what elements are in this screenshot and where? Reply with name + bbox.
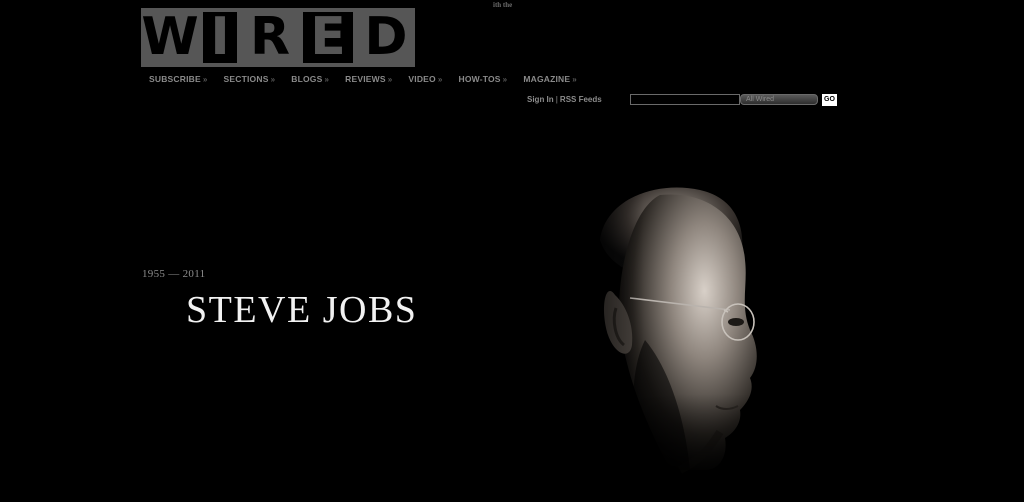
nav-label: BLOGS (291, 74, 323, 84)
utility-separator: | (555, 95, 558, 104)
logo-letter-i: I (199, 8, 241, 67)
nav-label: MAGAZINE (523, 74, 571, 84)
header-tagline: ith the (493, 1, 513, 9)
tribute-dates: 1955 — 2011 (142, 268, 206, 280)
nav-sections[interactable]: SECTIONS» (224, 73, 276, 86)
main-nav: SUBSCRIBE» SECTIONS» BLOGS» REVIEWS» VID… (149, 73, 593, 86)
double-chevron-right-icon: » (324, 75, 330, 84)
search-input[interactable] (630, 94, 740, 105)
search-go-button[interactable]: GO (822, 94, 837, 106)
double-chevron-right-icon: » (387, 75, 393, 84)
search-scope-select[interactable]: All Wired (740, 94, 818, 105)
nav-label: VIDEO (408, 74, 436, 84)
logo-letter-w: W (141, 7, 199, 67)
nav-how-tos[interactable]: HOW-TOS» (459, 73, 508, 86)
double-chevron-right-icon: » (572, 75, 577, 84)
nav-blogs[interactable]: BLOGS» (291, 73, 329, 86)
rss-feeds-link[interactable]: RSS Feeds (560, 95, 602, 104)
wired-logo[interactable]: W I R E D (141, 8, 415, 67)
nav-label: HOW-TOS (458, 74, 501, 84)
sign-in-link[interactable]: Sign In (527, 95, 554, 104)
double-chevron-right-icon: » (270, 75, 276, 84)
nav-magazine[interactable]: MAGAZINE» (523, 73, 577, 86)
double-chevron-right-icon: » (437, 75, 443, 84)
portrait-image (560, 170, 800, 490)
double-chevron-right-icon: » (502, 75, 508, 84)
logo-letter-e: E (299, 8, 357, 67)
nav-video[interactable]: VIDEO» (408, 73, 442, 86)
nav-subscribe[interactable]: SUBSCRIBE» (149, 73, 208, 86)
nav-label: SUBSCRIBE (149, 74, 201, 84)
nav-label: REVIEWS (345, 74, 386, 84)
page: W I R E D ith the SUBSCRIBE» SECTIONS» B… (0, 0, 1024, 502)
nav-reviews[interactable]: REVIEWS» (345, 73, 392, 86)
utility-links: Sign In | RSS Feeds (527, 95, 602, 105)
nav-label: SECTIONS (223, 74, 269, 84)
double-chevron-right-icon: » (202, 75, 208, 84)
logo-letter-d: D (357, 8, 415, 67)
logo-letter-r: R (241, 8, 299, 67)
search-scope-label: All Wired (746, 96, 775, 103)
tribute-name: STEVE JOBS (186, 289, 418, 331)
